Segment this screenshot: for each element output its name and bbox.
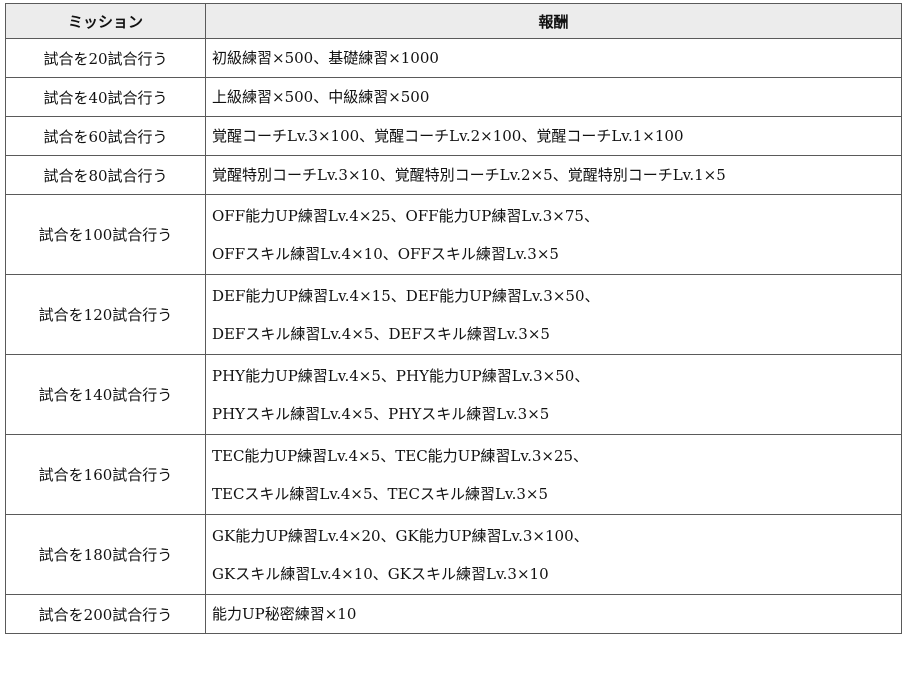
reward-line: PHYスキル練習Lv.4×5、PHYスキル練習Lv.3×5	[212, 404, 550, 423]
reward-line: PHY能力UP練習Lv.4×5、PHY能力UP練習Lv.3×50、	[212, 366, 590, 385]
table-row: 試合を40試合行う 上級練習×500、中級練習×500	[5, 77, 902, 117]
table-row: 試合を20試合行う 初級練習×500、基礎練習×1000	[5, 38, 902, 78]
table-row: 試合を100試合行う OFF能力UP練習Lv.4×25、OFF能力UP練習Lv.3…	[5, 194, 902, 275]
mission-cell: 試合を180試合行う	[5, 514, 206, 595]
reward-line: 初級練習×500、基礎練習×1000	[212, 49, 439, 67]
mission-reward-table: ミッション 報酬 試合を20試合行う 初級練習×500、基礎練習×1000 試合を4…	[5, 3, 902, 634]
table-row: 試合を60試合行う 覚醒コーチLv.3×100、覚醒コーチLv.2×100、覚醒コ…	[5, 116, 902, 156]
table-row: 試合を200試合行う 能力UP秘密練習×10	[5, 594, 902, 634]
mission-cell: 試合を40試合行う	[5, 77, 206, 117]
table-row: 試合を160試合行う TEC能力UP練習Lv.4×5、TEC能力UP練習Lv.3×…	[5, 434, 902, 515]
mission-cell: 試合を20試合行う	[5, 38, 206, 78]
reward-line: 能力UP秘密練習×10	[212, 605, 357, 623]
mission-cell: 試合を80試合行う	[5, 155, 206, 195]
mission-cell: 試合を60試合行う	[5, 116, 206, 156]
mission-cell: 試合を100試合行う	[5, 194, 206, 275]
reward-cell: TEC能力UP練習Lv.4×5、TEC能力UP練習Lv.3×25、 TECスキル練…	[205, 434, 902, 515]
header-reward: 報酬	[205, 3, 902, 39]
table-header-row: ミッション 報酬	[5, 3, 902, 39]
reward-line: DEF能力UP練習Lv.4×15、DEF能力UP練習Lv.3×50、	[212, 286, 600, 305]
reward-line: DEFスキル練習Lv.4×5、DEFスキル練習Lv.3×5	[212, 324, 550, 343]
reward-cell: 覚醒コーチLv.3×100、覚醒コーチLv.2×100、覚醒コーチLv.1×10…	[205, 116, 902, 156]
reward-line: TECスキル練習Lv.4×5、TECスキル練習Lv.3×5	[212, 484, 549, 503]
table-row: 試合を140試合行う PHY能力UP練習Lv.4×5、PHY能力UP練習Lv.3×…	[5, 354, 902, 435]
mission-cell: 試合を160試合行う	[5, 434, 206, 515]
reward-line: GK能力UP練習Lv.4×20、GK能力UP練習Lv.3×100、	[212, 526, 589, 545]
reward-cell: 能力UP秘密練習×10	[205, 594, 902, 634]
reward-cell: GK能力UP練習Lv.4×20、GK能力UP練習Lv.3×100、 GKスキル練習…	[205, 514, 902, 595]
table-row: 試合を180試合行う GK能力UP練習Lv.4×20、GK能力UP練習Lv.3×1…	[5, 514, 902, 595]
reward-cell: DEF能力UP練習Lv.4×15、DEF能力UP練習Lv.3×50、 DEFスキル…	[205, 274, 902, 355]
reward-cell: 上級練習×500、中級練習×500	[205, 77, 902, 117]
table-row: 試合を80試合行う 覚醒特別コーチLv.3×10、覚醒特別コーチLv.2×5、覚醒…	[5, 155, 902, 195]
mission-cell: 試合を200試合行う	[5, 594, 206, 634]
reward-cell: PHY能力UP練習Lv.4×5、PHY能力UP練習Lv.3×50、 PHYスキル練…	[205, 354, 902, 435]
table-body: 試合を20試合行う 初級練習×500、基礎練習×1000 試合を40試合行う 上級練習…	[5, 38, 902, 634]
reward-line: 上級練習×500、中級練習×500	[212, 88, 430, 106]
reward-line: OFFスキル練習Lv.4×10、OFFスキル練習Lv.3×5	[212, 244, 559, 263]
reward-cell: 初級練習×500、基礎練習×1000	[205, 38, 902, 78]
reward-line: TEC能力UP練習Lv.4×5、TEC能力UP練習Lv.3×25、	[212, 446, 589, 465]
reward-line: GKスキル練習Lv.4×10、GKスキル練習Lv.3×10	[212, 564, 549, 583]
reward-line: 覚醒特別コーチLv.3×10、覚醒特別コーチLv.2×5、覚醒特別コーチLv.1…	[212, 166, 726, 184]
reward-line: 覚醒コーチLv.3×100、覚醒コーチLv.2×100、覚醒コーチLv.1×10…	[212, 127, 684, 145]
mission-cell: 試合を120試合行う	[5, 274, 206, 355]
reward-cell: OFF能力UP練習Lv.4×25、OFF能力UP練習Lv.3×75、 OFFスキル…	[205, 194, 902, 275]
table-row: 試合を120試合行う DEF能力UP練習Lv.4×15、DEF能力UP練習Lv.3…	[5, 274, 902, 355]
reward-cell: 覚醒特別コーチLv.3×10、覚醒特別コーチLv.2×5、覚醒特別コーチLv.1…	[205, 155, 902, 195]
header-mission: ミッション	[5, 3, 206, 39]
mission-cell: 試合を140試合行う	[5, 354, 206, 435]
reward-line: OFF能力UP練習Lv.4×25、OFF能力UP練習Lv.3×75、	[212, 206, 599, 225]
